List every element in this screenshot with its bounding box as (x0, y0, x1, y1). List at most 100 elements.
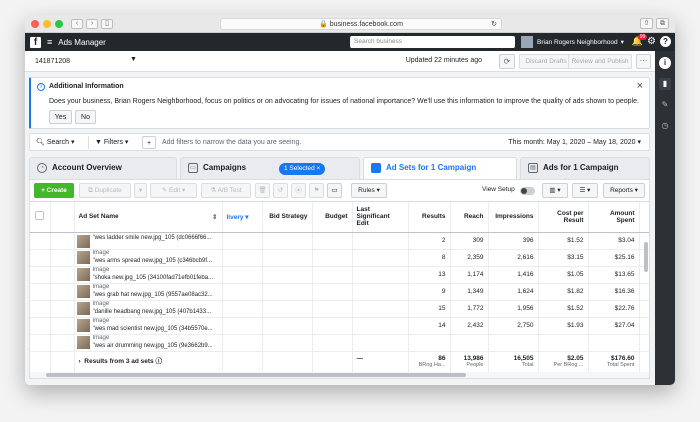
lock-icon[interactable]: ⦿ (291, 183, 306, 198)
bid-strategy-cell (262, 300, 313, 318)
notification-badge: 99 (637, 34, 648, 40)
share-icon[interactable]: ⇧ (640, 18, 653, 29)
select-all-checkbox[interactable] (30, 202, 51, 233)
column-header-name[interactable]: Ad Set Name ⇕ (74, 202, 223, 233)
delete-icon[interactable]: 🗑 (255, 183, 270, 198)
table-row[interactable]: Image "danille headbang new.jpg_105 (407b… (30, 300, 649, 318)
tabs-icon[interactable]: ⧉ (656, 18, 669, 29)
reports-dropdown[interactable]: Reports ▾ (603, 183, 645, 198)
tab-label: Ad Sets for 1 Campaign (386, 163, 477, 172)
revert-icon[interactable]: ↺ (273, 183, 288, 198)
sidebar-toggle-icon[interactable]: ▯ (101, 18, 113, 29)
minimize-window-dot[interactable] (43, 19, 51, 28)
summary-sub: BRog Ha... (418, 361, 446, 368)
discard-drafts-button[interactable]: Discard Drafts (519, 54, 573, 69)
breakdown-icon[interactable]: ☰ ▾ (572, 183, 598, 198)
ad-set-name-cell[interactable]: Image "wes mad scientist new.jpg_105 (34b… (74, 317, 223, 335)
no-button[interactable]: No (75, 110, 96, 124)
date-range-selector[interactable]: This month: May 1, 2020 – May 18, 2020 ▾ (508, 136, 641, 149)
amount-spent-cell: $16.36 (588, 283, 640, 301)
column-header-bid-strategy[interactable]: Bid Strategy (262, 202, 313, 233)
vertical-scrollbar[interactable] (644, 242, 648, 272)
column-header-amount-spent[interactable]: Amount Spent (588, 202, 640, 233)
account-id-selector[interactable]: 141871208 (35, 58, 70, 65)
add-filter-button[interactable]: + (142, 136, 156, 149)
zoom-window-dot[interactable] (55, 19, 63, 28)
table-row[interactable]: Image "wes mad scientist new.jpg_105 (34b… (30, 317, 649, 335)
info-icon[interactable]: i (659, 57, 671, 69)
ad-set-name-cell[interactable]: "wes ladder smile new.jpg_105 (dc0666f66… (74, 232, 223, 250)
columns-icon[interactable]: ▥ ▾ (542, 183, 568, 198)
table-row[interactable]: Image "shoka new.jpg_105 (34100fad71efb01… (30, 266, 649, 284)
view-setup-label: View Setup (482, 186, 515, 193)
close-window-dot[interactable] (31, 19, 39, 28)
selected-badge[interactable]: 1 Selected × (279, 163, 326, 175)
status-column-header (50, 202, 75, 233)
column-header-impressions[interactable]: Impressions (488, 202, 539, 233)
column-header-delivery[interactable]: livery ▾ (222, 202, 263, 233)
filters-dropdown[interactable]: ▼ Filters ▾ (88, 136, 128, 149)
pencil-icon[interactable]: ✎ (659, 99, 671, 111)
duplicate-label: Duplicate (94, 187, 122, 194)
summary-value: 86 (438, 354, 446, 362)
back-button[interactable]: ‹ (71, 18, 83, 29)
review-publish-button[interactable]: Review and Publish (568, 54, 632, 69)
table-row[interactable]: "wes ladder smile new.jpg_105 (dc0666f66… (30, 232, 649, 250)
help-icon[interactable]: ? (660, 36, 671, 47)
facebook-logo-icon[interactable]: f (30, 36, 41, 48)
filter-bar: 🔍︎ Search ▾ ▼ Filters ▾ + Add filters to… (29, 133, 650, 151)
close-icon[interactable]: × (637, 80, 643, 92)
edit-button[interactable]: ✎ Edit ▾ (150, 183, 197, 198)
yes-button[interactable]: Yes (49, 110, 72, 124)
search-business-input[interactable]: Search business (350, 36, 515, 48)
refresh-icon[interactable]: ⟳ (499, 54, 515, 69)
row-cell (50, 283, 75, 301)
scrollbar-thumb[interactable] (46, 373, 466, 377)
duplicate-button[interactable]: ⧉ Duplicate (79, 183, 131, 198)
gear-icon[interactable]: ⚙ (647, 36, 656, 47)
preview-icon[interactable]: ▭ (327, 183, 342, 198)
column-header-results[interactable]: Results (408, 202, 451, 233)
create-button[interactable]: + Create (34, 183, 74, 198)
tab-ad-sets[interactable]: Ad Sets for 1 Campaign (363, 157, 517, 180)
right-rail: i ▮ ✎ ◷ (655, 51, 675, 385)
ab-test-button[interactable]: ⚗ A/B Test (201, 183, 251, 198)
view-setup-toggle[interactable] (520, 187, 535, 195)
notifications-bell-icon[interactable]: 🔔 99 (632, 34, 648, 47)
column-header-cost-per-result[interactable]: Cost per Result (538, 202, 589, 233)
column-header-reach[interactable]: Reach (450, 202, 489, 233)
ad-set-name-cell[interactable]: Image "shoka new.jpg_105 (34100fad71efb01… (74, 266, 223, 284)
ad-set-name-cell[interactable]: Image "wes air drumming new.jpg_105 (9e36… (74, 334, 223, 352)
ads-manager-topbar: f ≡ Ads Manager Search business Brian Ro… (25, 33, 675, 51)
budget-cell (312, 334, 353, 352)
tab-account-overview[interactable]: ◔ Account Overview (29, 157, 177, 179)
sort-icon[interactable]: ⇕ (212, 213, 217, 221)
ad-set-name: "wes mad scientist new.jpg_105 (34b5570e… (92, 326, 213, 332)
chevron-down-icon[interactable]: ▼ (130, 56, 137, 63)
clock-icon[interactable]: ◷ (659, 120, 671, 132)
menu-icon[interactable]: ≡ (47, 37, 52, 47)
table-row[interactable]: Image "wes grab hat new.jpg_105 (9557ae08… (30, 283, 649, 301)
chart-icon[interactable]: ▮ (659, 78, 671, 90)
address-bar[interactable]: 🔒 business.facebook.com ↻ (220, 18, 502, 30)
account-switcher[interactable]: Brian Rogers Neighborhood ▾ (521, 36, 624, 48)
tag-icon[interactable]: ⚑ (309, 183, 324, 198)
ad-set-name-cell[interactable]: Image "danille headbang new.jpg_105 (407b… (74, 300, 223, 318)
column-header-last-edit[interactable]: Last Significant Edit (352, 202, 409, 233)
tab-campaigns[interactable]: ▭ Campaigns 1 Selected × (180, 157, 360, 179)
ad-set-name-cell[interactable]: Image "wes grab hat new.jpg_105 (9557ae08… (74, 283, 223, 301)
horizontal-scrollbar[interactable] (30, 372, 649, 378)
more-options-icon[interactable]: ··· (636, 54, 651, 69)
column-header-budget[interactable]: Budget (312, 202, 353, 233)
table-row[interactable]: Image "wes air drumming new.jpg_105 (9e36… (30, 334, 649, 352)
forward-button[interactable]: › (86, 18, 98, 29)
bid-strategy-cell (262, 334, 313, 352)
rules-dropdown[interactable]: Rules ▾ (351, 183, 387, 198)
ad-set-name-cell[interactable]: Image "wes arms spread new.jpg_105 (c346b… (74, 249, 223, 267)
tab-ads[interactable]: ▤ Ads for 1 Campaign (520, 157, 650, 179)
table-row[interactable]: Image "wes arms spread new.jpg_105 (c346b… (30, 249, 649, 267)
reload-icon[interactable]: ↻ (491, 19, 497, 30)
search-dropdown[interactable]: 🔍︎ Search ▾ (36, 136, 75, 149)
duplicate-dropdown[interactable]: ▾ (134, 183, 147, 198)
ad-set-name: "danille headbang new.jpg_105 (407b1433.… (92, 309, 212, 315)
